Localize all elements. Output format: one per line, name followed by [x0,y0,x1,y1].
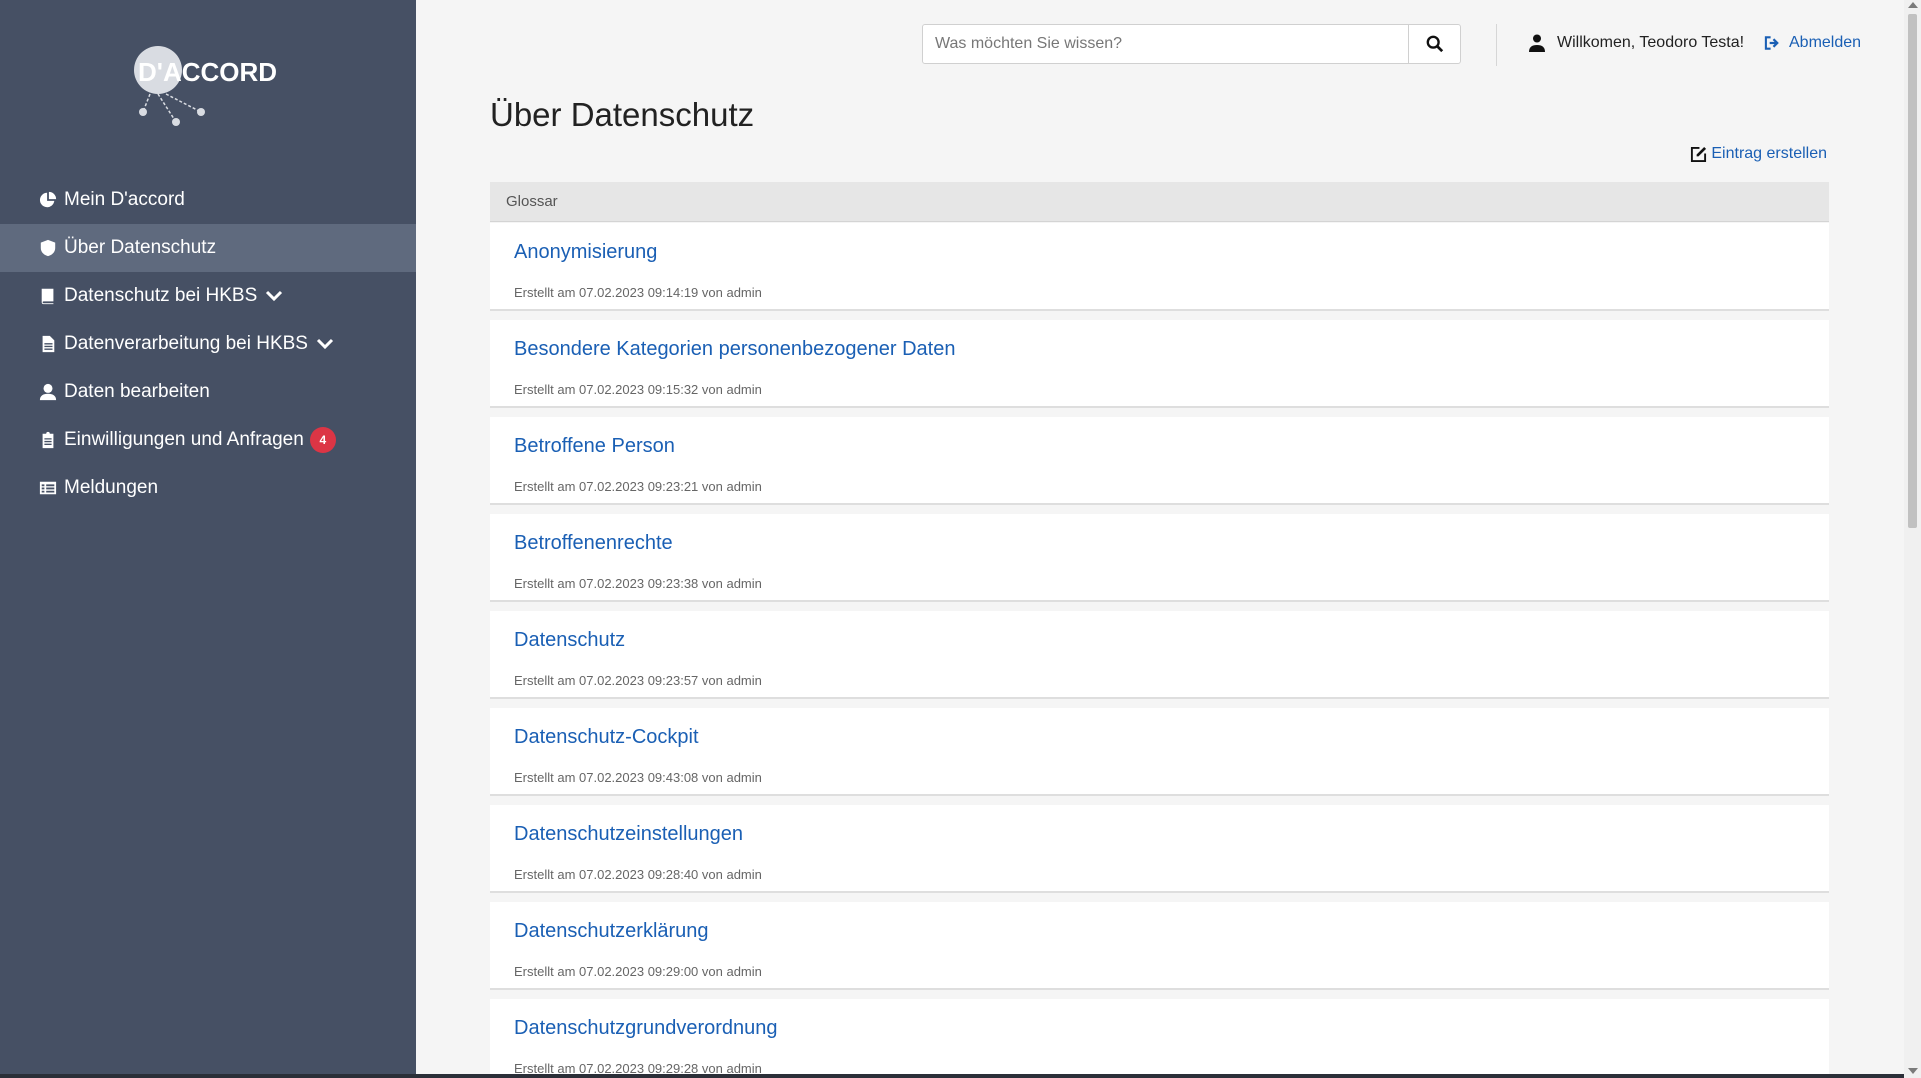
pie-chart-icon [38,190,58,210]
list-item: Betroffenenrechte Erstellt am 07.02.2023… [490,514,1829,602]
logout-link[interactable]: Abmelden [1764,34,1861,52]
sidebar-item-daten-bearbeiten[interactable]: Daten bearbeiten [0,368,416,416]
search-button[interactable] [1408,25,1460,63]
entry-meta: Erstellt am 07.02.2023 09:43:08 von admi… [514,770,762,785]
user-icon [38,382,58,402]
create-entry-link[interactable]: Eintrag erstellen [1690,145,1827,163]
entry-meta: Erstellt am 07.02.2023 09:23:38 von admi… [514,576,762,591]
logout-label: Abmelden [1789,34,1862,51]
scroll-down-arrow-icon[interactable] [1908,1068,1918,1074]
sidebar-item-label: Daten bearbeiten [64,381,210,402]
book-icon [38,286,58,306]
list-item: Datenschutz-Cockpit Erstellt am 07.02.20… [490,708,1829,796]
list-item: Datenschutz Erstellt am 07.02.2023 09:23… [490,611,1829,699]
chevron-down-icon[interactable] [265,289,283,303]
create-entry-label: Eintrag erstellen [1711,145,1827,162]
sidebar-item-meldungen[interactable]: Meldungen [0,464,416,512]
sidebar-nav: Mein D'accord Über Datenschutz Datenschu… [0,176,416,512]
sidebar-item-datenverarbeitung-hkbs[interactable]: Datenverarbeitung bei HKBS [0,320,416,368]
sidebar-item-label: Über Datenschutz [64,237,217,258]
list-item: Datenschutzerklärung Erstellt am 07.02.2… [490,902,1829,990]
entry-title-link[interactable]: Datenschutzeinstellungen [514,823,743,846]
sidebar-item-ueber-datenschutz[interactable]: Über Datenschutz [0,224,416,272]
sidebar-item-label: Datenverarbeitung bei HKBS [64,333,308,354]
entry-meta: Erstellt am 07.02.2023 09:14:19 von admi… [514,285,762,300]
glossar-list: Anonymisierung Erstellt am 07.02.2023 09… [490,223,1829,1078]
page-title: Über Datenschutz [490,96,755,133]
header-divider [1496,24,1497,66]
sidebar-item-mein-daccord[interactable]: Mein D'accord [0,176,416,224]
sidebar: D'ACCORD Mein D'accord Über Datenschutz … [0,0,416,1078]
entry-meta: Erstellt am 07.02.2023 09:15:32 von admi… [514,382,762,397]
sidebar-item-datenschutz-hkbs[interactable]: Datenschutz bei HKBS [0,272,416,320]
welcome-text: Willkomen, Teodoro Testa! [1557,34,1745,51]
sidebar-item-einwilligungen-anfragen[interactable]: Einwilligungen und Anfragen 4 [0,416,416,464]
user-greeting: Willkomen, Teodoro Testa! [1529,34,1744,52]
edit-icon [1691,146,1707,162]
search-input[interactable] [923,25,1408,63]
entry-title-link[interactable]: Datenschutz-Cockpit [514,726,699,749]
sidebar-item-label: Meldungen [64,477,159,498]
shield-icon [38,238,58,258]
notification-badge: 4 [309,427,336,453]
entry-title-link[interactable]: Besondere Kategorien personenbezogener D… [514,338,955,361]
clipboard-icon [38,430,58,450]
chevron-down-icon[interactable] [316,337,334,351]
scroll-up-arrow-icon[interactable] [1908,2,1918,8]
list-item: Betroffene Person Erstellt am 07.02.2023… [490,417,1829,505]
entry-meta: Erstellt am 07.02.2023 09:28:40 von admi… [514,867,762,882]
scrollbar-thumb[interactable] [1908,14,1917,528]
user-icon [1529,34,1545,52]
list-item: Datenschutzgrundverordnung Erstellt am 0… [490,999,1829,1078]
list-icon [38,478,58,498]
glossar-section-header: Glossar [490,182,1829,222]
entry-title-link[interactable]: Betroffenenrechte [514,532,673,555]
logo-text: D'ACCORD [138,57,277,87]
main-content: Willkomen, Teodoro Testa! Abmelden Über … [416,0,1904,1078]
sidebar-item-label: Einwilligungen und Anfragen [64,429,304,450]
entry-title-link[interactable]: Datenschutz [514,629,625,652]
entry-title-link[interactable]: Datenschutzgrundverordnung [514,1017,778,1040]
document-icon [38,334,58,354]
entry-title-link[interactable]: Betroffene Person [514,435,675,458]
entry-title-link[interactable]: Anonymisierung [514,241,657,264]
list-item: Datenschutzeinstellungen Erstellt am 07.… [490,805,1829,893]
sidebar-item-label: Mein D'accord [64,189,185,210]
sign-out-icon [1764,36,1779,50]
list-item: Anonymisierung Erstellt am 07.02.2023 09… [490,223,1829,311]
page-scrollbar[interactable] [1904,0,1921,1078]
entry-title-link[interactable]: Datenschutzerklärung [514,920,709,943]
sidebar-item-label: Datenschutz bei HKBS [64,285,258,306]
entry-meta: Erstellt am 07.02.2023 09:29:00 von admi… [514,964,762,979]
search-icon [1426,35,1443,53]
window-bottom-edge [0,1074,1904,1078]
daccord-logo[interactable]: D'ACCORD [130,44,290,134]
list-item: Besondere Kategorien personenbezogener D… [490,320,1829,408]
search-bar [922,24,1461,64]
entry-meta: Erstellt am 07.02.2023 09:23:57 von admi… [514,673,762,688]
entry-meta: Erstellt am 07.02.2023 09:23:21 von admi… [514,479,762,494]
